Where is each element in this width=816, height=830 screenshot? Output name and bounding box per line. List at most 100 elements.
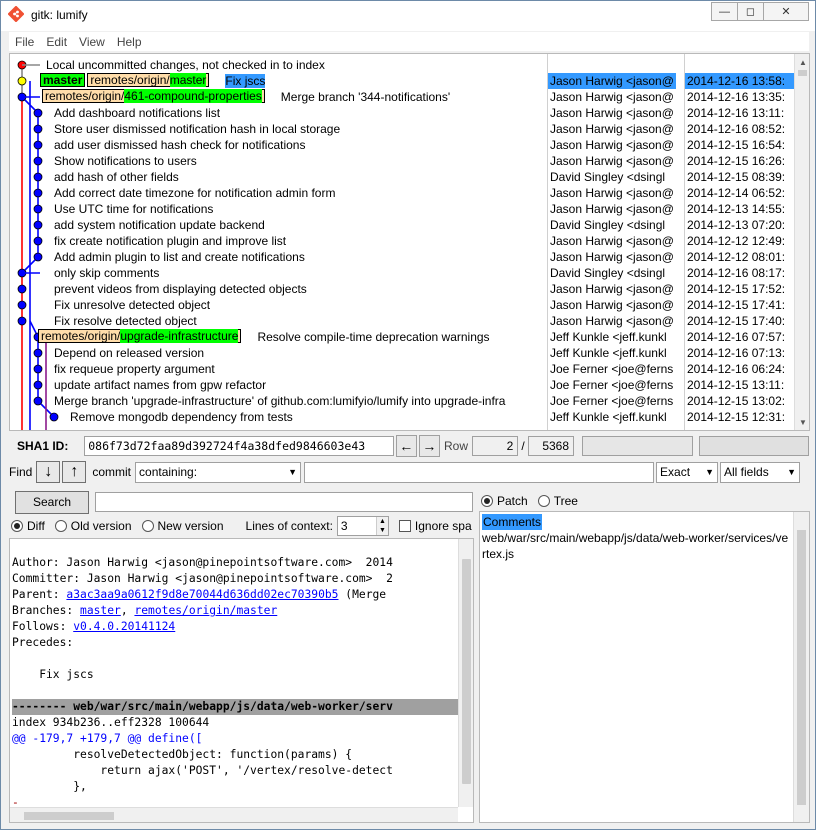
- menu-view[interactable]: View: [73, 35, 111, 49]
- branch-link-remote-master[interactable]: remotes/origin/master: [134, 604, 277, 617]
- search-input[interactable]: [95, 492, 473, 512]
- commit-date[interactable]: 2014-12-15 12:31:: [685, 409, 794, 425]
- scroll-down-icon[interactable]: ▼: [795, 414, 809, 430]
- commit-date[interactable]: 2014-12-15 17:41:: [685, 297, 794, 313]
- commit-graph-pane[interactable]: Local uncommitted changes, not checked i…: [10, 54, 538, 430]
- file-list-comments[interactable]: Comments: [482, 514, 792, 530]
- commit-author[interactable]: Joe Ferner <joe@ferns: [548, 377, 676, 393]
- commit-author[interactable]: Jason Harwig <jason@: [548, 233, 676, 249]
- branch-link-master[interactable]: master: [80, 604, 121, 617]
- commit-row[interactable]: remotes/origin/upgrade-infrastructure Res…: [38, 329, 490, 345]
- commit-row[interactable]: fix requeue property argument: [54, 361, 215, 377]
- diff-horizontal-scrollbar[interactable]: [10, 807, 458, 822]
- branch-ref-remote[interactable]: remotes/origin/master: [87, 73, 210, 87]
- commit-author[interactable]: David Singley <dsingl: [548, 217, 676, 233]
- commit-date[interactable]: 2014-12-13 07:20:: [685, 217, 794, 233]
- commit-row[interactable]: Add dashboard notifications list: [54, 105, 220, 121]
- commit-date[interactable]: [685, 57, 794, 73]
- back-arrow-icon[interactable]: ←: [395, 434, 417, 457]
- commit-node[interactable]: [17, 316, 27, 326]
- commit-node[interactable]: [33, 156, 43, 166]
- comments-item[interactable]: Comments: [482, 514, 543, 530]
- commit-node[interactable]: [49, 412, 59, 422]
- commit-author[interactable]: David Singley <dsingl: [548, 265, 676, 281]
- commit-author[interactable]: Jason Harwig <jason@: [548, 201, 676, 217]
- tree-radio[interactable]: Tree: [537, 494, 578, 508]
- old-version-radio[interactable]: Old version: [54, 519, 132, 533]
- commit-row[interactable]: Remove mongodb dependency from tests: [70, 409, 293, 425]
- commit-node[interactable]: [33, 220, 43, 230]
- commit-row[interactable]: add system notification update backend: [54, 217, 265, 233]
- commit-author[interactable]: Jason Harwig <jason@: [548, 137, 676, 153]
- commit-date[interactable]: 2014-12-14 06:52:: [685, 185, 794, 201]
- scroll-up-icon[interactable]: ▲: [795, 54, 809, 70]
- commit-author[interactable]: David Singley <dsingl: [548, 169, 676, 185]
- scroll-thumb[interactable]: [462, 559, 471, 784]
- commit-row[interactable]: only skip comments: [54, 265, 159, 281]
- branch-ref-head[interactable]: master: [40, 73, 86, 87]
- commit-row[interactable]: Local uncommitted changes, not checked i…: [46, 57, 325, 73]
- files-scrollbar[interactable]: [793, 512, 809, 822]
- commit-row[interactable]: update artifact names from gpw refactor: [54, 377, 266, 393]
- commit-author[interactable]: Jason Harwig <jason@: [548, 297, 676, 313]
- commit-row[interactable]: remotes/origin/461-compound-properties Me…: [42, 89, 450, 105]
- commit-date[interactable]: 2014-12-16 08:17:: [685, 265, 794, 281]
- match-mode-select[interactable]: Exact ▼: [656, 461, 719, 483]
- author-column[interactable]: Jason Harwig <jason@ Jason Harwig <jason@…: [547, 54, 676, 430]
- scroll-thumb[interactable]: [24, 812, 114, 820]
- commit-date[interactable]: 2014-12-16 07:13:: [685, 345, 794, 361]
- commit-node[interactable]: [33, 140, 43, 150]
- commit-date[interactable]: 2014-12-16 07:57:: [685, 329, 794, 345]
- commit-row[interactable]: Merge branch 'upgrade-infrastructure' of…: [54, 393, 505, 409]
- commit-node[interactable]: [33, 172, 43, 182]
- scroll-thumb[interactable]: [797, 530, 806, 805]
- commit-author[interactable]: Jason Harwig <jason@: [548, 73, 676, 89]
- commit-date[interactable]: 2014-12-15 16:26:: [685, 153, 794, 169]
- branch-ref-remote[interactable]: remotes/origin/upgrade-infrastructure: [38, 329, 242, 343]
- find-type-select[interactable]: containing: ▼: [135, 461, 302, 483]
- commit-author[interactable]: Jason Harwig <jason@: [548, 281, 676, 297]
- forward-arrow-icon[interactable]: →: [418, 434, 440, 457]
- commit-node[interactable]: [33, 108, 43, 118]
- commit-date[interactable]: 2014-12-15 08:39:: [685, 169, 794, 185]
- files-pane[interactable]: Comments web/war/src/main/webapp/js/data…: [479, 511, 810, 823]
- search-button[interactable]: Search: [15, 490, 89, 514]
- diff-vertical-scrollbar[interactable]: [458, 539, 473, 807]
- commit-row[interactable]: prevent videos from displaying detected …: [54, 281, 307, 297]
- commit-node[interactable]: [17, 284, 27, 294]
- parent-hash-link[interactable]: a3ac3aa9a0612f9d8e70044d636dd02ec70390b5: [66, 588, 338, 601]
- date-column[interactable]: 2014-12-16 13:58: 2014-12-16 13:35: 2014-1…: [684, 54, 794, 430]
- commit-author[interactable]: [548, 57, 676, 73]
- commit-row[interactable]: Depend on released version: [54, 345, 204, 361]
- commit-node[interactable]: [33, 204, 43, 214]
- commit-date[interactable]: 2014-12-15 13:11:: [685, 377, 794, 393]
- commit-node[interactable]: [33, 348, 43, 358]
- commit-node[interactable]: [17, 76, 27, 86]
- commit-date[interactable]: 2014-12-13 14:55:: [685, 201, 794, 217]
- commit-date[interactable]: 2014-12-15 13:02:: [685, 393, 794, 409]
- commit-row[interactable]: add user dismissed hash check for notifi…: [54, 137, 305, 153]
- commit-node[interactable]: [33, 188, 43, 198]
- commit-author[interactable]: Jason Harwig <jason@: [548, 185, 676, 201]
- commit-author[interactable]: Jeff Kunkle <jeff.kunkl: [548, 345, 676, 361]
- commit-row[interactable]: Fix unresolve detected object: [54, 297, 210, 313]
- close-button[interactable]: ✕: [763, 2, 809, 21]
- commit-node[interactable]: [33, 124, 43, 134]
- diff-radio[interactable]: Diff: [11, 519, 45, 533]
- commit-node[interactable]: [33, 252, 43, 262]
- commit-author[interactable]: Jason Harwig <jason@: [548, 89, 676, 105]
- menu-help[interactable]: Help: [111, 35, 148, 49]
- patch-radio[interactable]: Patch: [481, 494, 528, 508]
- lines-of-context-spinner[interactable]: 3 ▲ ▼: [336, 516, 389, 536]
- commit-author[interactable]: Jason Harwig <jason@: [548, 249, 676, 265]
- commit-node[interactable]: [17, 300, 27, 310]
- branch-ref-remote[interactable]: remotes/origin/461-compound-properties: [42, 89, 265, 103]
- commit-row[interactable]: fix create notification plugin and impro…: [54, 233, 286, 249]
- commit-date[interactable]: 2014-12-12 08:01:: [685, 249, 794, 265]
- commit-row[interactable]: Show notifications to users: [54, 153, 197, 169]
- spinner-arrows-icon[interactable]: ▲ ▼: [375, 517, 388, 535]
- find-down-arrow-icon[interactable]: ↓: [36, 461, 61, 483]
- commit-date[interactable]: 2014-12-15 16:54:: [685, 137, 794, 153]
- new-version-radio[interactable]: New version: [141, 519, 224, 533]
- commit-date[interactable]: 2014-12-16 08:52:: [685, 121, 794, 137]
